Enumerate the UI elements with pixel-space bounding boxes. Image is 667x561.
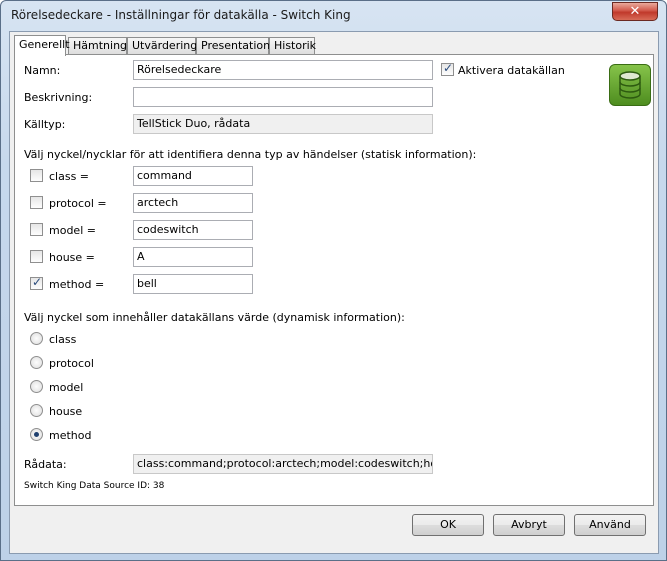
static-keys-heading: Välj nyckel/nycklar för att identifiera … [24,148,477,161]
source-type-label: Källtyp: [24,118,66,131]
description-label: Beskrivning: [24,91,93,104]
close-icon: ✕ [629,4,641,19]
protocol-checkbox[interactable] [30,196,43,209]
method-key-label: method = [49,278,105,291]
model-checkbox[interactable] [30,223,43,236]
protocol-radio[interactable] [30,356,43,369]
protocol-radio-label: protocol [49,357,94,370]
method-key-value[interactable]: bell [133,274,253,294]
class-radio[interactable] [30,332,43,345]
description-input[interactable] [133,87,433,107]
dynamic-key-heading: Välj nyckel som innehåller datakällans v… [24,311,405,324]
title-bar[interactable]: Rörelsedeckare - Inställningar för datak… [1,1,666,31]
method-radio-label: method [49,429,92,442]
ok-button[interactable]: OK [412,514,484,536]
check-mark-icon: ✓ [32,275,43,289]
house-key-label: house = [49,251,95,264]
tab-presentation[interactable]: Presentation [196,37,270,55]
radio-selected-dot [34,432,39,437]
class-checkbox[interactable] [30,169,43,182]
model-key-value[interactable]: codeswitch [133,220,253,240]
class-radio-label: class [49,333,77,346]
protocol-key-value[interactable]: arctech [133,193,253,213]
general-tab-panel: Namn: Rörelsedeckare ✓ Aktivera datakäll… [14,54,654,506]
database-icon [609,64,651,106]
name-input[interactable]: Rörelsedeckare [133,60,433,80]
window-title: Rörelsedeckare - Inställningar för datak… [11,8,351,22]
class-key-label: class = [49,170,90,183]
method-radio[interactable] [30,428,43,441]
apply-button[interactable]: Använd [574,514,646,536]
house-radio-label: house [49,405,83,418]
close-button[interactable]: ✕ [612,2,658,21]
activate-label: Aktivera datakällan [458,64,565,77]
model-radio[interactable] [30,380,43,393]
dialog-client-area: Generellt Hämtning Utvärdering Presentat… [9,31,659,554]
tab-utvardering[interactable]: Utvärdering [127,37,197,55]
method-checkbox[interactable]: ✓ [30,275,43,290]
tab-historik[interactable]: Historik [269,37,316,55]
class-key-value[interactable]: command [133,166,253,186]
raw-data-field[interactable]: class:command;protocol:arctech;model:cod… [133,454,433,474]
house-checkbox[interactable] [30,250,43,263]
check-mark-icon: ✓ [443,61,454,75]
protocol-key-label: protocol = [49,197,107,210]
house-key-value[interactable]: A [133,247,253,267]
tab-generellt[interactable]: Generellt [14,35,70,56]
dialog-window: Rörelsedeckare - Inställningar för datak… [0,0,667,561]
data-source-id: Switch King Data Source ID: 38 [24,481,165,491]
model-radio-label: model [49,381,84,394]
house-radio[interactable] [30,404,43,417]
name-label: Namn: [24,64,61,77]
activate-checkbox[interactable]: ✓ [441,61,454,76]
tab-hamtning[interactable]: Hämtning [68,37,127,55]
cancel-button[interactable]: Avbryt [493,514,565,536]
model-key-label: model = [49,224,96,237]
raw-data-label: Rådata: [24,458,67,471]
source-type-field: TellStick Duo, rådata [133,114,433,134]
